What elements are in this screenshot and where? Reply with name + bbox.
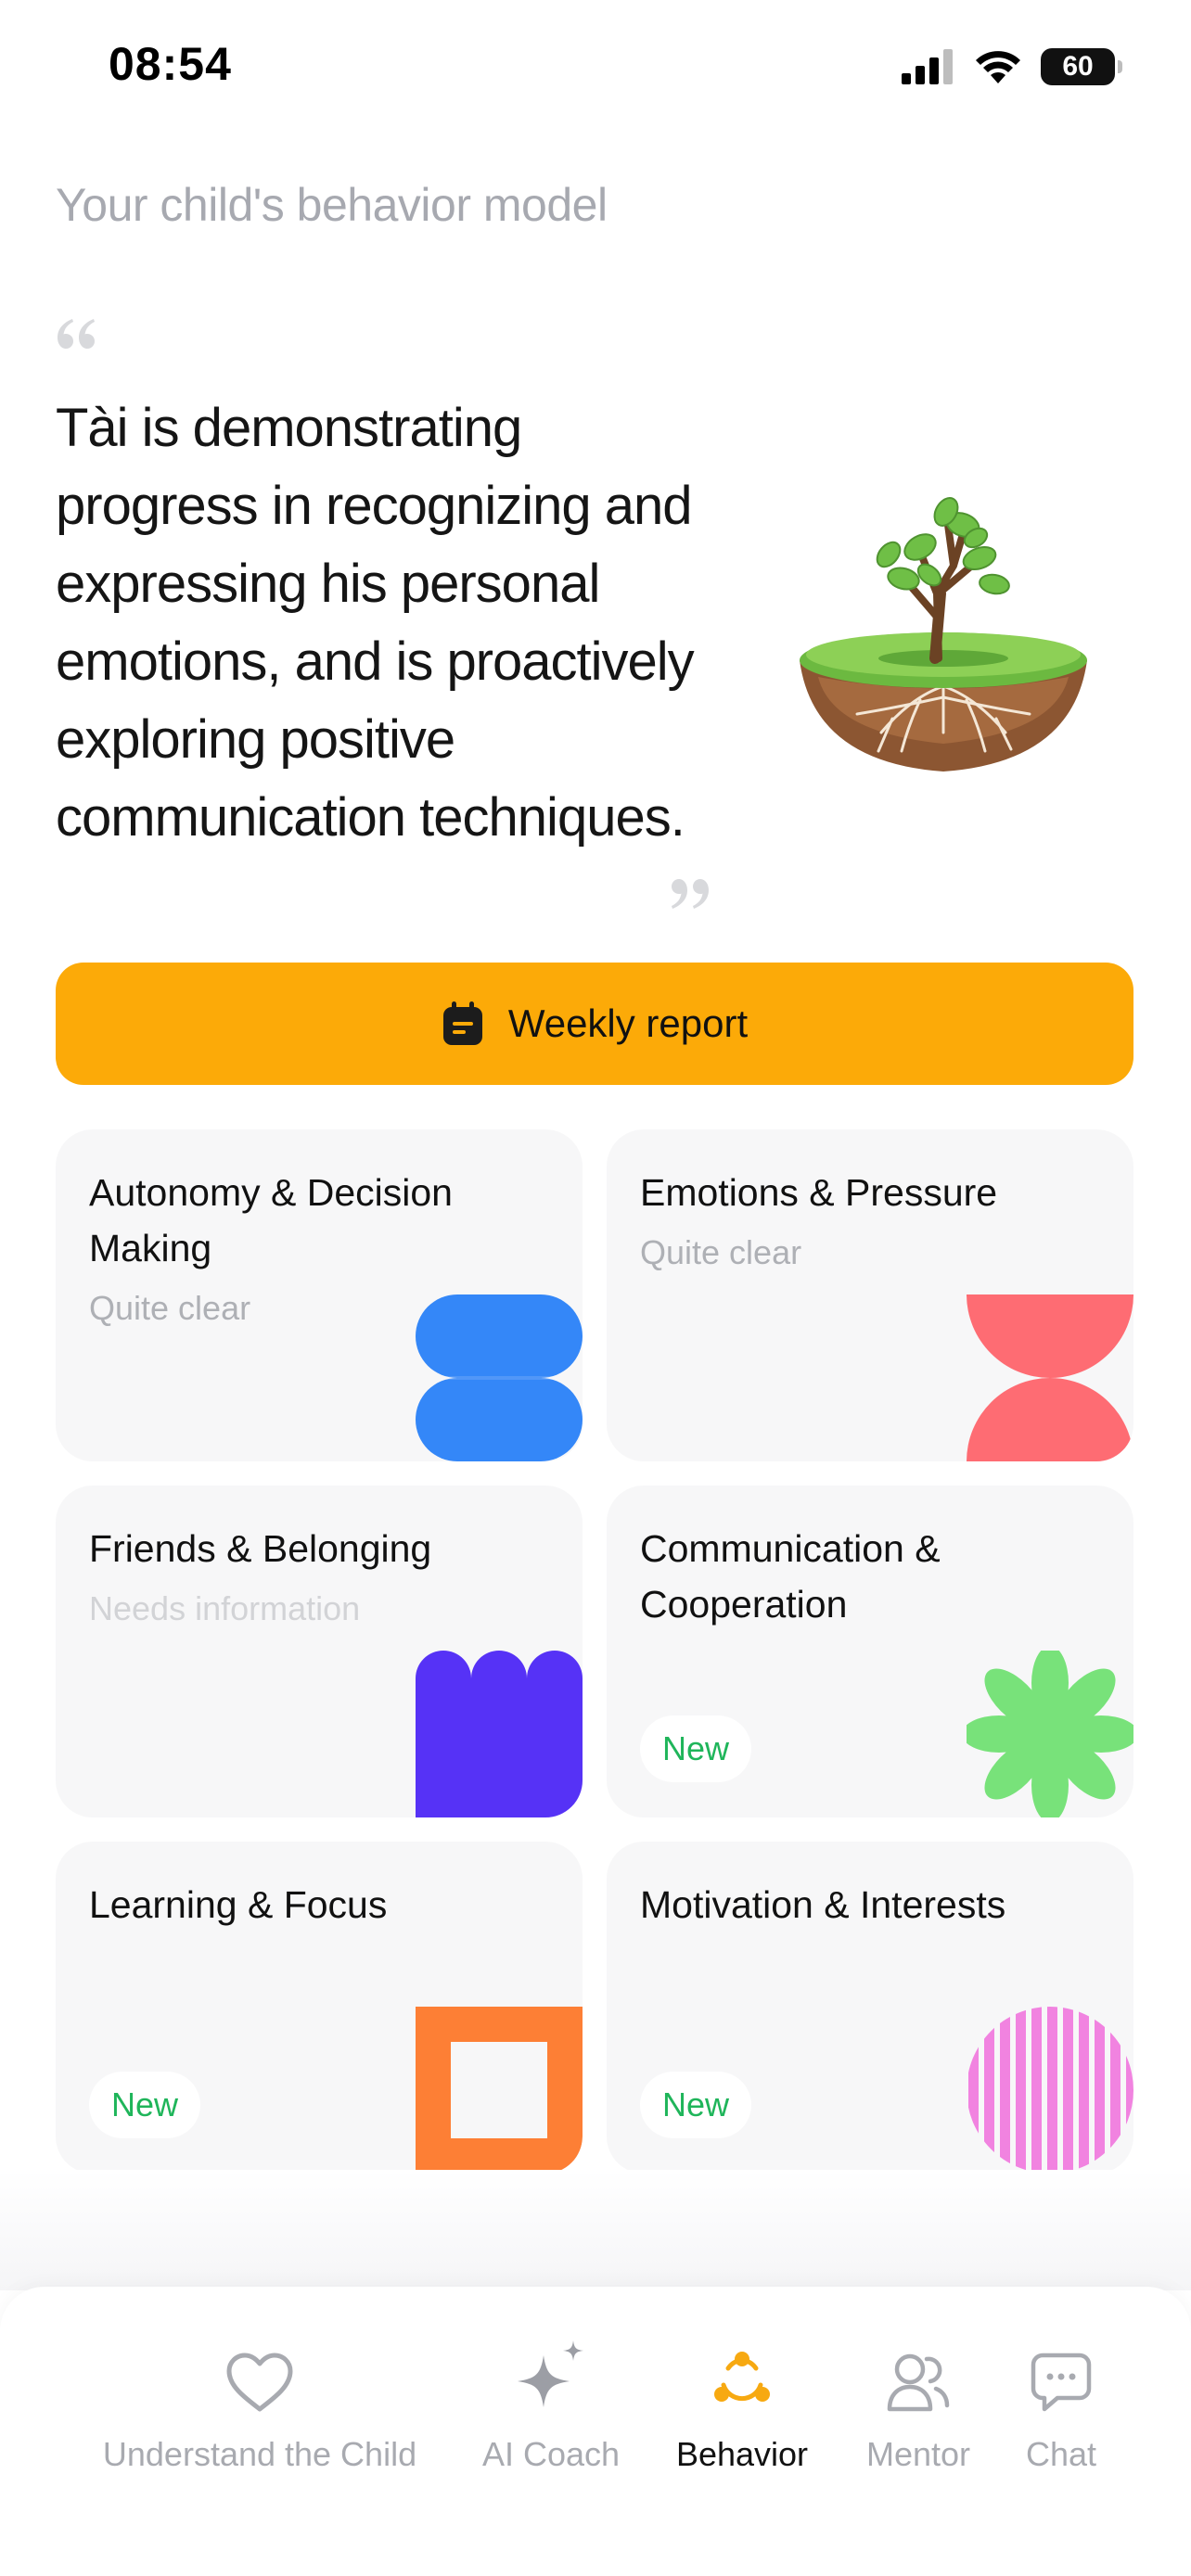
category-card-autonomy[interactable]: Autonomy & Decision Making Quite clear — [56, 1129, 583, 1461]
nav-chat[interactable]: Chat — [1009, 2287, 1113, 2474]
category-title: Autonomy & Decision Making — [89, 1171, 453, 1269]
bottom-navigation: Understand the Child AI Coach Behavior M… — [0, 2287, 1191, 2576]
green-flower-shape-icon — [967, 1651, 1133, 1817]
orange-square-frame-icon — [416, 2007, 583, 2174]
pink-striped-circle-icon — [967, 2007, 1133, 2174]
category-card-learning[interactable]: Learning & Focus New — [56, 1842, 583, 2174]
behavior-summary-quote: Tài is demonstrating progress in recogni… — [56, 398, 695, 848]
nav-label: Mentor — [865, 2435, 971, 2473]
heart-icon — [226, 2353, 293, 2412]
nav-label: Understand the Child — [102, 2435, 417, 2473]
calendar-icon — [442, 1001, 482, 1045]
category-status: Quite clear — [640, 1233, 802, 1271]
nav-label: Chat — [1025, 2435, 1097, 2473]
nav-understand-the-child[interactable]: Understand the Child — [89, 2287, 430, 2474]
blue-stacked-shape-icon — [416, 1294, 583, 1461]
status-time: 08:54 — [109, 38, 232, 90]
growing-tree-illustration — [800, 497, 1087, 772]
weekly-report-label: Weekly report — [507, 1001, 749, 1045]
category-card-communication[interactable]: Communication & Cooperation New — [607, 1486, 1133, 1817]
bottom-fade — [0, 2170, 1191, 2290]
cellular-signal-icon — [902, 49, 953, 84]
status-icons: 60 — [902, 46, 1122, 87]
status-bar: 08:54 60 — [0, 0, 1191, 139]
category-title: Friends & Belonging — [89, 1527, 432, 1570]
purple-scalloped-shape-icon — [416, 1651, 583, 1817]
nav-behavior[interactable]: Behavior — [662, 2287, 822, 2474]
new-badge: New — [89, 2072, 201, 2138]
nav-label: Behavior — [675, 2435, 809, 2473]
battery-level: 60 — [1062, 51, 1094, 82]
red-hourglass-shape-icon — [967, 1294, 1133, 1461]
nav-mentor[interactable]: Mentor — [848, 2287, 989, 2474]
category-card-friends[interactable]: Friends & Belonging Needs information — [56, 1486, 583, 1817]
behavior-model-screen: 08:54 60 Your child's behavior model Tài… — [0, 0, 1191, 2576]
category-card-motivation[interactable]: Motivation & Interests New — [607, 1842, 1133, 2174]
page-title: Your child's behavior model — [56, 179, 608, 231]
behavior-icon — [714, 2352, 770, 2402]
nav-ai-coach[interactable]: AI Coach — [471, 2287, 631, 2474]
quote-open-icon — [58, 319, 95, 349]
new-badge: New — [640, 1715, 752, 1782]
category-title: Emotions & Pressure — [640, 1171, 998, 1214]
category-title: Learning & Focus — [89, 1883, 388, 1926]
people-icon — [887, 2353, 950, 2412]
category-title: Motivation & Interests — [640, 1883, 1006, 1926]
weekly-report-button[interactable]: Weekly report — [56, 963, 1133, 1085]
battery-indicator: 60 — [1041, 48, 1122, 85]
wifi-icon — [976, 51, 1020, 83]
chat-icon — [1031, 2353, 1092, 2412]
nav-label: AI Coach — [481, 2435, 621, 2473]
category-status: Needs information — [89, 1589, 361, 1627]
quote-close-icon — [672, 879, 709, 909]
new-badge: New — [640, 2072, 752, 2138]
category-title: Communication & Cooperation — [640, 1527, 941, 1626]
category-card-emotions[interactable]: Emotions & Pressure Quite clear — [607, 1129, 1133, 1461]
category-status: Quite clear — [89, 1289, 251, 1327]
sparkle-icon — [518, 2340, 583, 2407]
